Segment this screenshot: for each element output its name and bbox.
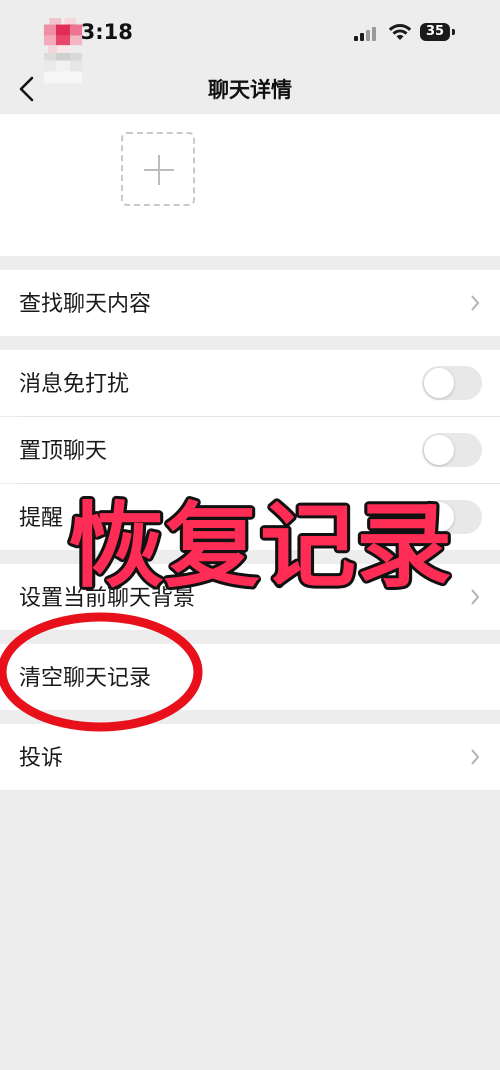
mute-row: 消息免打扰 — [0, 350, 500, 416]
report-label: 投诉 — [19, 746, 64, 771]
remind-label: 提醒 — [19, 506, 64, 531]
signal-icon — [354, 27, 376, 41]
chevron-right-icon — [471, 749, 480, 765]
toggle-knob — [424, 368, 454, 398]
mute-label: 消息免打扰 — [19, 372, 130, 397]
toggle-knob — [424, 435, 454, 465]
mute-toggle[interactable] — [422, 366, 482, 400]
overlay-caption-text: 恢复记录 — [68, 493, 452, 600]
battery-icon: 35 — [420, 23, 450, 41]
chevron-right-icon — [471, 589, 480, 605]
pin-label: 置顶聊天 — [19, 439, 108, 464]
overlay-caption: 恢复记录 — [65, 492, 455, 602]
battery-cap — [452, 29, 455, 35]
pin-toggle[interactable] — [422, 433, 482, 467]
chevron-right-icon — [471, 295, 480, 311]
highlight-oval — [0, 612, 203, 732]
search-chat-row[interactable]: 查找聊天内容 — [0, 270, 500, 336]
pin-row: 置顶聊天 — [0, 417, 500, 483]
search-chat-label: 查找聊天内容 — [19, 292, 152, 317]
member-avatar[interactable] — [28, 18, 98, 138]
wifi-icon — [388, 24, 412, 40]
add-member-button[interactable] — [121, 132, 195, 206]
